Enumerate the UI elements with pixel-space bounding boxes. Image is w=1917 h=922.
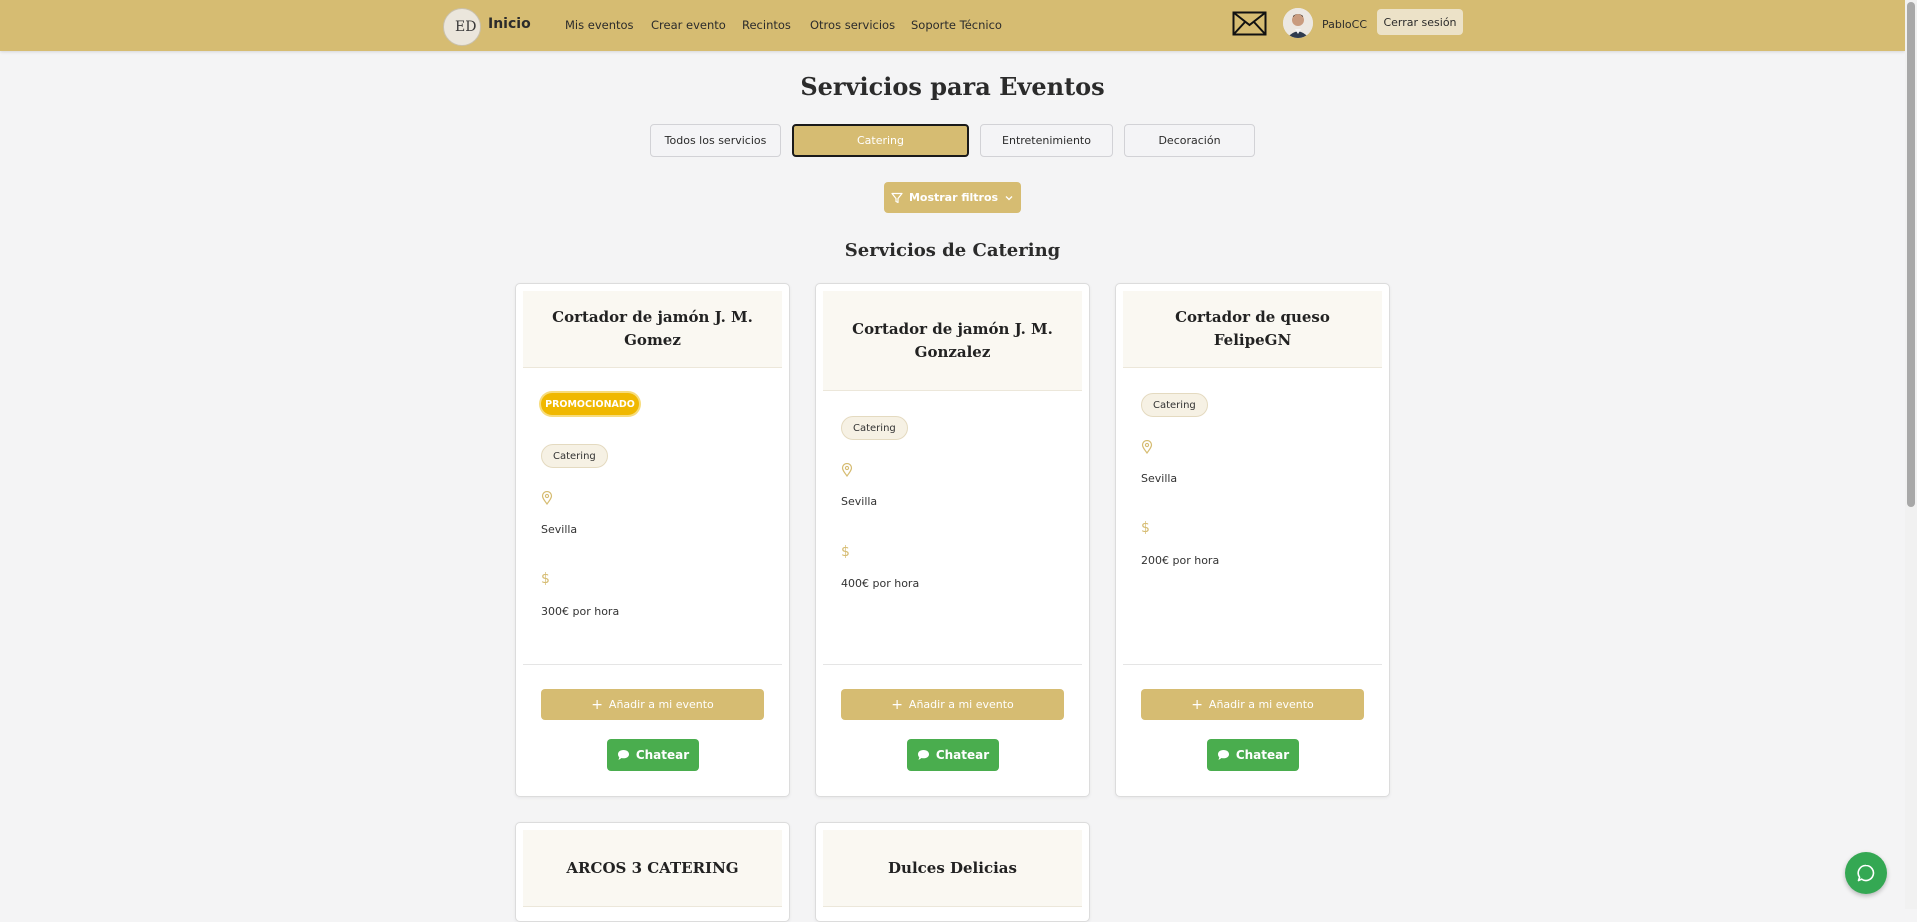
- svg-text:ED: ED: [455, 19, 476, 35]
- map-pin-icon: [841, 463, 853, 477]
- username-label: PabloCC: [1322, 18, 1368, 31]
- chat-label: Chatear: [935, 748, 990, 762]
- chat-button[interactable]: Chatear: [1207, 739, 1299, 771]
- tab-catering[interactable]: Catering: [792, 124, 969, 157]
- service-card: Dulces Delicias: [815, 822, 1090, 922]
- service-card: ARCOS 3 CATERING: [515, 822, 790, 922]
- nav-link-otros-servicios[interactable]: Otros servicios: [810, 18, 895, 32]
- dollar-icon: $: [1141, 520, 1150, 536]
- plus-icon: +: [1191, 696, 1203, 713]
- service-card: Cortador de jamón J. M. Gonzalez Caterin…: [815, 283, 1090, 797]
- service-card: Cortador de queso FelipeGN Catering Sevi…: [1115, 283, 1390, 797]
- user-avatar-icon: [1283, 8, 1313, 38]
- logout-button[interactable]: Cerrar sesión: [1377, 9, 1463, 35]
- tab-entretenimiento[interactable]: Entretenimiento: [980, 124, 1113, 157]
- site-logo[interactable]: ED: [443, 8, 481, 46]
- map-pin-icon: [1141, 440, 1153, 454]
- plus-icon: +: [891, 696, 903, 713]
- page-title: Servicios para Eventos: [800, 72, 1105, 101]
- chevron-down-icon: [1005, 195, 1013, 200]
- show-filters-label: Mostrar filtros: [908, 191, 999, 204]
- speech-bubble-icon: [1217, 750, 1229, 760]
- location-text: Sevilla: [841, 495, 878, 508]
- tab-decoracion[interactable]: Decoración: [1124, 124, 1255, 157]
- add-to-event-label: Añadir a mi evento: [1208, 698, 1314, 711]
- avatar[interactable]: [1283, 8, 1313, 38]
- dollar-icon: $: [841, 544, 850, 560]
- price-text: 300€ por hora: [541, 605, 620, 618]
- nav-link-soporte-tecnico[interactable]: Soporte Técnico: [911, 18, 1002, 32]
- price-text: 400€ por hora: [841, 577, 920, 590]
- plus-icon: +: [591, 696, 603, 713]
- service-card-title: Cortador de jamón J. M. Gomez: [523, 291, 782, 368]
- funnel-icon: [891, 192, 903, 203]
- speech-bubble-icon: [917, 750, 929, 760]
- nav-link-crear-evento[interactable]: Crear evento: [651, 18, 726, 32]
- brand-home-link[interactable]: Inicio: [488, 16, 531, 32]
- chat-label: Chatear: [635, 748, 690, 762]
- section-title: Servicios de Catering: [844, 240, 1061, 261]
- service-card-title: Cortador de queso FelipeGN: [1123, 291, 1382, 368]
- nav-link-mis-eventos[interactable]: Mis eventos: [565, 18, 634, 32]
- speech-bubble-icon: [617, 750, 629, 760]
- chat-label: Chatear: [1235, 748, 1290, 762]
- floating-chat-button[interactable]: [1845, 852, 1887, 894]
- category-badge: Catering: [541, 444, 608, 468]
- location-text: Sevilla: [541, 523, 578, 536]
- tab-todos-los-servicios[interactable]: Todos los servicios: [650, 124, 781, 157]
- add-to-event-button[interactable]: + Añadir a mi evento: [541, 689, 764, 720]
- show-filters-button[interactable]: Mostrar filtros: [884, 182, 1021, 213]
- service-card-title: Cortador de jamón J. M. Gonzalez: [823, 291, 1082, 391]
- promoted-badge: PROMOCIONADO: [541, 393, 639, 415]
- chat-button[interactable]: Chatear: [907, 739, 999, 771]
- card-divider: [523, 664, 782, 665]
- card-divider: [1123, 664, 1382, 665]
- scrollbar-thumb[interactable]: [1907, 2, 1915, 507]
- price-text: 200€ por hora: [1141, 554, 1220, 567]
- map-pin-icon: [541, 491, 553, 505]
- logo-monogram-icon: ED: [455, 19, 476, 35]
- add-to-event-button[interactable]: + Añadir a mi evento: [1141, 689, 1364, 720]
- chat-bubble-icon: [1857, 864, 1875, 882]
- add-to-event-label: Añadir a mi evento: [608, 698, 714, 711]
- dollar-icon: $: [541, 571, 550, 587]
- service-card: Cortador de jamón J. M. Gomez PROMOCIONA…: [515, 283, 790, 797]
- mail-icon[interactable]: [1232, 11, 1267, 36]
- category-badge: Catering: [841, 416, 908, 440]
- add-to-event-label: Añadir a mi evento: [908, 698, 1014, 711]
- service-card-title: Dulces Delicias: [823, 830, 1082, 907]
- location-text: Sevilla: [1141, 472, 1178, 485]
- nav-link-recintos[interactable]: Recintos: [742, 18, 791, 32]
- category-badge: Catering: [1141, 393, 1208, 417]
- top-navbar: ED Inicio Mis eventos Crear evento Recin…: [0, 0, 1905, 51]
- chat-button[interactable]: Chatear: [607, 739, 699, 771]
- card-divider: [823, 664, 1082, 665]
- service-card-title: ARCOS 3 CATERING: [523, 830, 782, 907]
- add-to-event-button[interactable]: + Añadir a mi evento: [841, 689, 1064, 720]
